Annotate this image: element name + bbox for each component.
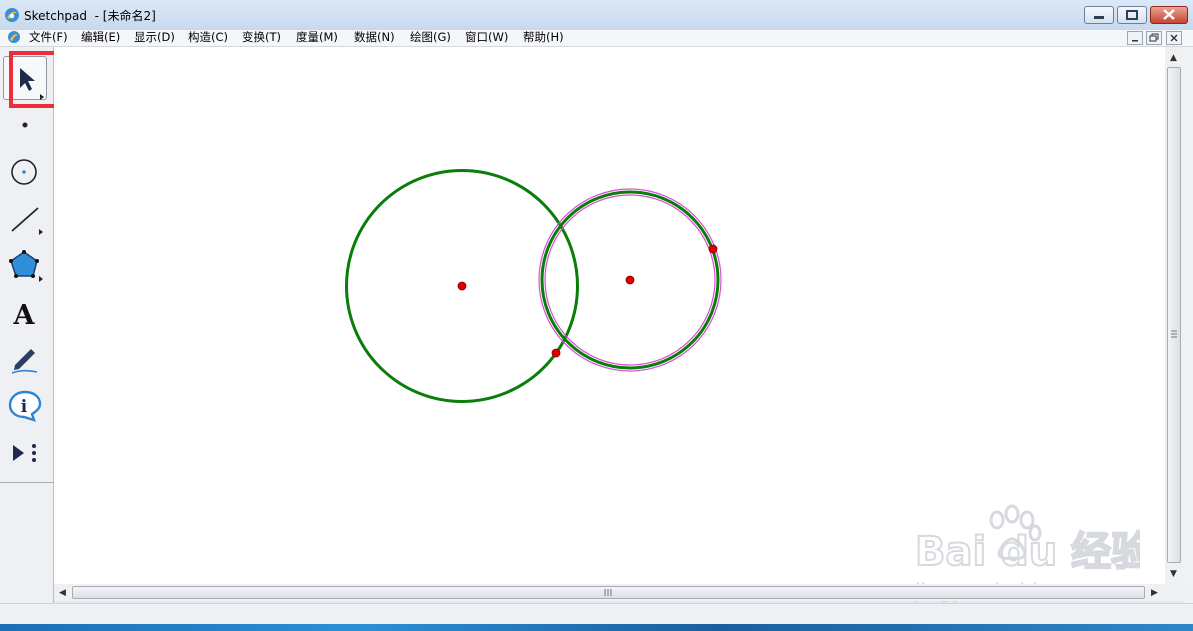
menu-window[interactable]: 窗口(W) (465, 30, 508, 45)
scroll-right-icon[interactable]: ▶ (1151, 588, 1158, 598)
circle-icon (11, 159, 37, 185)
doc-close-button[interactable] (1166, 31, 1182, 45)
status-bar (0, 603, 1193, 625)
app-logo-icon (5, 8, 19, 22)
pen-icon (11, 349, 38, 374)
menu-construct[interactable]: 构造(C) (188, 30, 228, 45)
maximize-button[interactable] (1117, 6, 1147, 24)
menu-transform[interactable]: 变换(T) (242, 30, 281, 45)
point-tool[interactable] (3, 104, 47, 148)
line-segment-icon (11, 207, 43, 235)
watermark-brand: Bai du 经验 (915, 529, 1140, 575)
minimize-button[interactable] (1084, 6, 1114, 24)
play-more-icon (13, 444, 36, 462)
pentagon-icon (9, 250, 43, 282)
grip-icon (604, 589, 612, 596)
straightedge-tool[interactable] (3, 197, 47, 241)
text-tool[interactable]: A (3, 291, 47, 335)
menu-graph[interactable]: 绘图(G) (410, 30, 451, 45)
window-right-edge (1183, 47, 1193, 603)
close-icon (1170, 34, 1178, 42)
menu-file[interactable]: 文件(F) (29, 30, 68, 45)
menu-bar: 文件(F) 编辑(E) 显示(D) 构造(C) 变换(T) 度量(M) 数据(N… (0, 30, 1193, 47)
toolbox-separator (0, 482, 53, 483)
window-title: Sketchpad - [未命名2] (24, 9, 156, 23)
menu-measure[interactable]: 度量(M) (296, 30, 338, 45)
horizontal-scrollbar[interactable]: ◀ ▶ (54, 584, 1165, 601)
menu-data[interactable]: 数据(N) (354, 30, 395, 45)
scroll-left-icon[interactable]: ◀ (59, 588, 66, 598)
scroll-down-icon[interactable]: ▼ (1170, 569, 1177, 579)
restore-icon (1149, 33, 1159, 42)
close-icon (1163, 9, 1175, 20)
title-bar: Sketchpad - [未命名2] (0, 0, 1193, 30)
letter-a-icon: A (13, 300, 36, 331)
left-circle-center-point[interactable] (457, 281, 467, 291)
marker-tool[interactable] (3, 337, 47, 381)
info-icon: i (8, 390, 42, 422)
document-icon[interactable] (7, 30, 21, 44)
right-circle-center-point[interactable] (625, 275, 635, 285)
doc-restore-button[interactable] (1146, 31, 1162, 45)
point-icon (22, 122, 28, 128)
information-tool[interactable]: i (3, 384, 47, 428)
scroll-up-icon[interactable]: ▲ (1170, 53, 1177, 63)
taskbar-strip (0, 624, 1193, 631)
custom-tool[interactable] (3, 431, 47, 475)
grip-icon (1171, 330, 1177, 338)
menu-help[interactable]: 帮助(H) (523, 30, 564, 45)
minimize-icon (1094, 16, 1104, 19)
toolbox: A i (0, 47, 54, 603)
restore-icon (1126, 10, 1138, 20)
minimize-icon (1132, 40, 1138, 42)
doc-minimize-button[interactable] (1127, 31, 1143, 45)
polygon-tool[interactable] (3, 244, 47, 288)
menu-display[interactable]: 显示(D) (134, 30, 175, 45)
vertical-scroll-thumb[interactable] (1167, 67, 1181, 563)
scroll-corner (1165, 584, 1193, 601)
right-circle-radius-point[interactable] (708, 244, 718, 254)
text-tool-glyph: A (13, 300, 36, 331)
horizontal-scroll-thumb[interactable] (72, 586, 1145, 599)
compass-tool[interactable] (3, 150, 47, 194)
menu-edit[interactable]: 编辑(E) (81, 30, 120, 45)
vertical-scrollbar[interactable]: ▲ ▼ (1165, 47, 1183, 584)
close-button[interactable] (1150, 6, 1188, 24)
info-tool-glyph: i (21, 397, 28, 417)
left-circle-radius-point[interactable] (551, 348, 561, 358)
